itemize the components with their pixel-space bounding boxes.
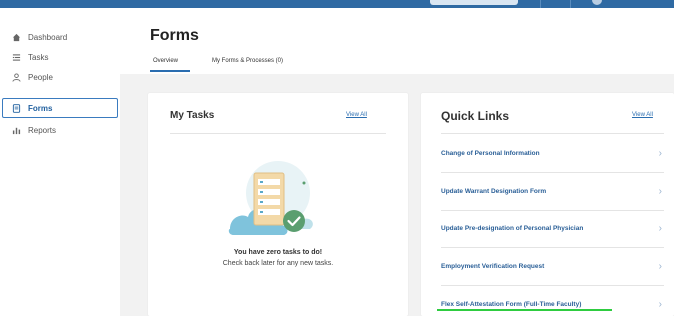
chevron-right-icon: ›: [658, 298, 662, 310]
top-bar-divider: [570, 0, 571, 8]
sidebar-item-label: Tasks: [28, 52, 49, 62]
quick-link-label: Flex Self-Attestation Form (Full-Time Fa…: [441, 300, 582, 308]
card-title: My Tasks: [170, 110, 215, 121]
sidebar-item-people[interactable]: People: [0, 67, 118, 87]
quick-link-item[interactable]: Change of Personal Information ›: [441, 135, 664, 173]
quick-link-item[interactable]: Update Pre-designation of Personal Physi…: [441, 210, 664, 248]
sidebar-item-label: Dashboard: [28, 32, 68, 42]
sidebar-item-dashboard[interactable]: Dashboard: [0, 27, 118, 47]
view-all-link[interactable]: View All: [632, 112, 653, 118]
chevron-right-icon: ›: [658, 148, 662, 159]
chevron-right-icon: ›: [658, 223, 662, 234]
tab-overview[interactable]: Overview: [153, 58, 178, 64]
reports-icon: [11, 125, 21, 135]
tab-my-forms-processes[interactable]: My Forms & Processes (0): [212, 58, 283, 64]
divider: [441, 133, 664, 134]
sidebar-item-label: Reports: [28, 125, 57, 135]
top-bar-divider: [540, 0, 541, 8]
quick-link-item[interactable]: Flex Self-Attestation Form (Full-Time Fa…: [441, 285, 664, 316]
sidebar-item-tasks[interactable]: Tasks: [0, 47, 118, 67]
page-title: Forms: [150, 27, 199, 44]
quick-link-label: Update Warrant Designation Form: [441, 188, 547, 195]
top-bar-button[interactable]: [430, 0, 518, 5]
divider: [170, 133, 386, 134]
highlight-underline: [437, 309, 612, 311]
sidebar: Dashboard Tasks People Forms Reports: [0, 8, 120, 316]
quick-link-label: Update Pre-designation of Personal Physi…: [441, 225, 584, 232]
page-header: Forms Overview My Forms & Processes (0): [120, 8, 674, 74]
sidebar-item-label: People: [28, 72, 53, 82]
sidebar-item-label: Forms: [28, 103, 53, 113]
quick-link-label: Change of Personal Information: [441, 150, 540, 157]
quick-links-card: Quick Links View All Change of Personal …: [421, 93, 674, 316]
chevron-right-icon: ›: [658, 186, 662, 197]
forms-icon: [11, 103, 21, 113]
chevron-right-icon: ›: [658, 261, 662, 272]
sidebar-item-forms[interactable]: Forms: [2, 98, 118, 118]
empty-tasks-illustration: [228, 161, 313, 235]
top-bar: [0, 0, 674, 8]
empty-state-title: You have zero tasks to do!: [233, 249, 323, 256]
quick-link-label: Employment Verification Request: [441, 263, 545, 270]
tasks-icon: [11, 52, 21, 62]
quick-link-item[interactable]: Employment Verification Request ›: [441, 248, 664, 286]
quick-link-item[interactable]: Update Warrant Designation Form ›: [441, 173, 664, 211]
my-tasks-card: My Tasks View All You have zero tasks to…: [148, 93, 408, 316]
home-icon: [11, 32, 21, 42]
active-tab-indicator: [150, 70, 190, 72]
view-all-link[interactable]: View All: [346, 112, 367, 118]
people-icon: [11, 72, 21, 82]
card-title: Quick Links: [441, 109, 510, 123]
avatar[interactable]: [592, 0, 602, 5]
empty-state-subtitle: Check back later for any new tasks.: [222, 260, 334, 267]
sidebar-item-reports[interactable]: Reports: [0, 120, 118, 140]
